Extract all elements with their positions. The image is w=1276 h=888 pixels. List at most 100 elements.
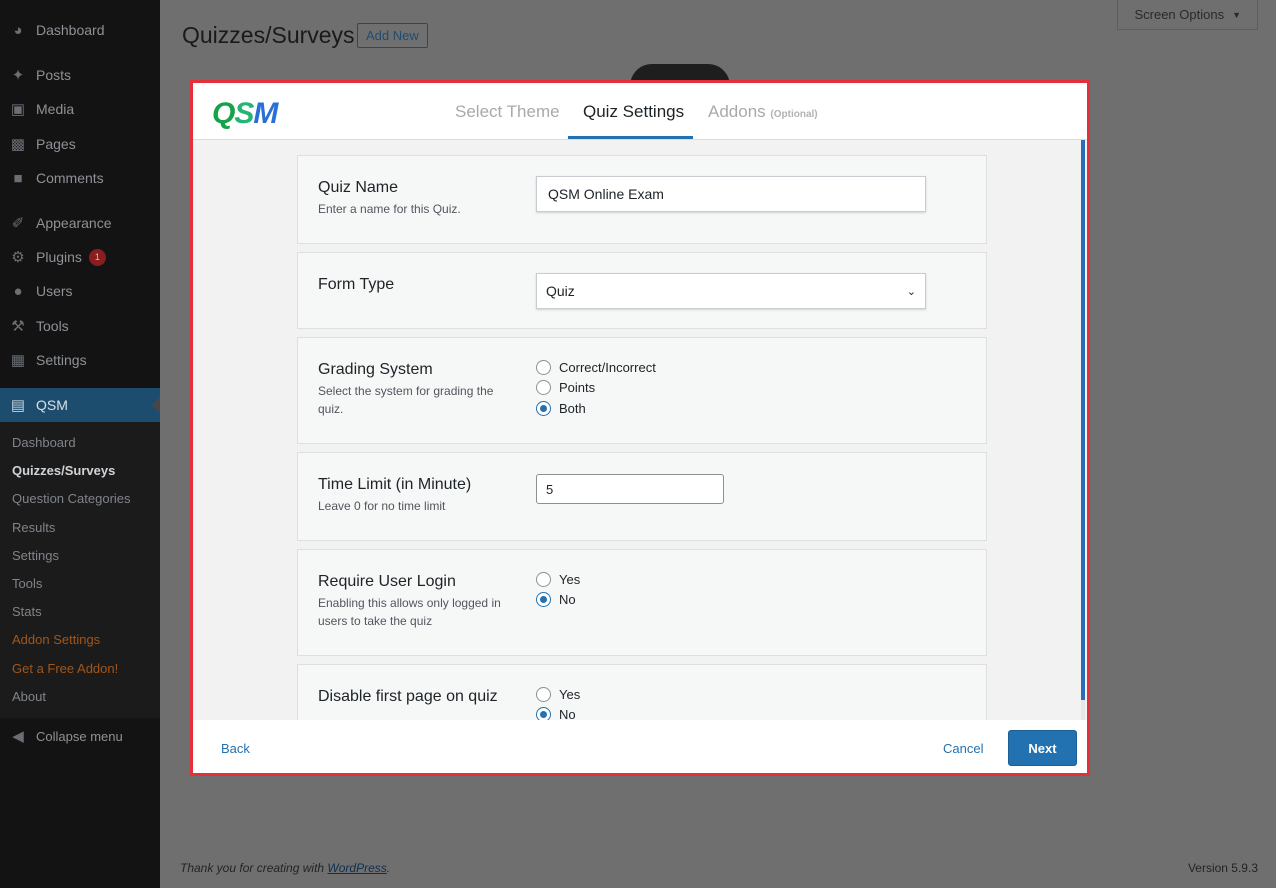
pages-icon: ▩ (10, 136, 26, 153)
sidebar-item-appearance[interactable]: ✐ Appearance (0, 206, 160, 240)
require-login-option-yes[interactable]: Yes (536, 572, 580, 587)
submenu-stats[interactable]: Stats (12, 604, 42, 619)
submenu-free-addon[interactable]: Get a Free Addon! (12, 661, 118, 676)
sidebar-item-label: QSM (36, 397, 68, 413)
quiz-name-label: Quiz Name (318, 179, 399, 196)
submenu-tools[interactable]: Tools (12, 576, 42, 591)
radio-button[interactable] (536, 360, 551, 375)
media-icon: ▣ (10, 101, 26, 118)
submenu-settings[interactable]: Settings (12, 548, 59, 563)
caret-down-icon: ▼ (1232, 9, 1241, 20)
sidebar-item-label: Pages (36, 136, 76, 152)
modal-footer: Back Cancel Next (193, 720, 1087, 773)
submenu-quizzes-surveys[interactable]: Quizzes/Surveys (12, 463, 115, 478)
page-title: Quizzes/Surveys (182, 22, 355, 48)
radio-button[interactable] (536, 687, 551, 702)
time-limit-label: Time Limit (in Minute) (318, 476, 472, 493)
grading-system-label: Grading System (318, 361, 433, 378)
grading-option-correct-incorrect[interactable]: Correct/Incorrect (536, 360, 656, 375)
tab-addons-label: Addons (708, 102, 766, 121)
submenu-addon-settings[interactable]: Addon Settings (12, 632, 100, 647)
submenu-dashboard[interactable]: Dashboard (12, 435, 76, 450)
back-button[interactable]: Back (221, 741, 250, 756)
qsm-submenu: Dashboard Quizzes/Surveys Question Categ… (0, 422, 160, 718)
require-login-desc: Enabling this allows only logged in user… (318, 596, 501, 628)
qsm-icon: ▤ (10, 397, 26, 414)
sidebar-item-posts[interactable]: ✦ Posts (0, 58, 160, 92)
submenu-about[interactable]: About (12, 689, 46, 704)
sidebar-item-media[interactable]: ▣ Media (0, 92, 160, 126)
radio-label: Correct/Incorrect (559, 360, 656, 375)
next-button[interactable]: Next (1008, 730, 1077, 766)
collapse-menu-label: Collapse menu (36, 728, 123, 744)
active-tab-indicator (568, 136, 693, 139)
cancel-button[interactable]: Cancel (943, 741, 983, 756)
sidebar-item-tools[interactable]: ⚒ Tools (0, 309, 160, 343)
grading-option-points[interactable]: Points (536, 380, 595, 395)
radio-label: No (559, 707, 576, 720)
submenu-results[interactable]: Results (12, 520, 55, 535)
time-limit-card: Time Limit (in Minute) Leave 0 for no ti… (297, 452, 987, 541)
sidebar-item-settings[interactable]: ▦ Settings (0, 343, 160, 377)
sidebar-item-users[interactable]: ● Users (0, 274, 160, 308)
sidebar-item-label: Appearance (36, 215, 112, 231)
sidebar-item-label: Media (36, 101, 75, 117)
collapse-menu-button[interactable]: ◀ Collapse menu (0, 719, 160, 753)
tab-addons[interactable]: Addons (Optional) (708, 102, 818, 122)
sidebar-item-label: Users (36, 283, 73, 299)
quiz-name-card: Quiz Name Enter a name for this Quiz. QS… (297, 155, 987, 244)
sidebar-item-label: Settings (36, 352, 87, 368)
radio-label: Points (559, 380, 596, 395)
radio-label: Both (559, 401, 586, 416)
wrench-icon: ⚒ (11, 318, 25, 335)
footer-thanks-suffix: . (386, 861, 391, 875)
disable-first-page-card: Disable first page on quiz Yes No (297, 664, 987, 720)
wordpress-link[interactable]: WordPress (327, 861, 386, 875)
radio-button-checked[interactable] (536, 401, 551, 416)
screen-options-label: Screen Options (1134, 7, 1225, 22)
form-type-card: Form Type Quiz ⌄ (297, 252, 987, 329)
sidebar-item-label: Dashboard (36, 22, 105, 38)
quiz-name-input[interactable]: QSM Online Exam (536, 176, 926, 212)
tab-select-theme[interactable]: Select Theme (455, 102, 560, 122)
sidebar-item-pages[interactable]: ▩ Pages (0, 127, 160, 161)
sidebar-item-comments[interactable]: ■ Comments (0, 161, 160, 195)
form-type-value: Quiz (546, 283, 575, 299)
scrollbar-thumb[interactable] (1081, 140, 1085, 700)
tab-quiz-settings[interactable]: Quiz Settings (583, 102, 684, 122)
require-login-card: Require User Login Enabling this allows … (297, 549, 987, 656)
submenu-question-categories[interactable]: Question Categories (12, 491, 131, 506)
form-type-select[interactable]: Quiz ⌄ (536, 273, 926, 309)
admin-sidebar: ◕ Dashboard ✦ Posts ▣ Media ▩ Pages ■ Co… (0, 0, 160, 888)
dashboard-icon: ◕ (13, 21, 23, 39)
disable-first-page-option-no[interactable]: No (536, 707, 576, 720)
disable-first-page-label: Disable first page on quiz (318, 688, 498, 705)
sidebar-item-label: Comments (36, 170, 104, 186)
require-login-option-no[interactable]: No (536, 592, 576, 607)
radio-button-checked[interactable] (536, 592, 551, 607)
disable-first-page-option-yes[interactable]: Yes (536, 687, 580, 702)
grading-system-desc: Select the system for grading the quiz. (318, 384, 494, 416)
radio-button[interactable] (536, 380, 551, 395)
footer-thanks-prefix: Thank you for creating with (180, 861, 328, 875)
screen-options-button[interactable]: Screen Options ▼ (1117, 0, 1258, 30)
add-new-button[interactable]: Add New (357, 23, 428, 48)
sidebar-item-qsm[interactable]: ▤ QSM (0, 388, 160, 422)
sidebar-item-dashboard[interactable]: ◕ Dashboard (0, 13, 160, 47)
time-limit-input[interactable]: 5 (536, 474, 724, 504)
sliders-icon: ▦ (10, 352, 26, 369)
sidebar-item-label: Tools (36, 318, 69, 334)
active-menu-arrow (152, 397, 160, 413)
sidebar-item-plugins[interactable]: ⚙ Plugins 1 (0, 240, 160, 274)
radio-button[interactable] (536, 572, 551, 587)
qsm-logo: QSM (212, 97, 278, 130)
form-type-label: Form Type (318, 276, 395, 293)
footer-thanks: Thank you for creating with WordPress. (180, 861, 390, 875)
brush-icon: ✐ (11, 215, 25, 232)
modal-body[interactable]: Quiz Name Enter a name for this Quiz. QS… (193, 140, 1087, 720)
plug-icon: ⚙ (11, 249, 25, 266)
grading-option-both[interactable]: Both (536, 401, 586, 416)
radio-button-checked[interactable] (536, 707, 551, 720)
comments-icon: ■ (13, 169, 23, 187)
sidebar-item-label: Posts (36, 67, 72, 83)
